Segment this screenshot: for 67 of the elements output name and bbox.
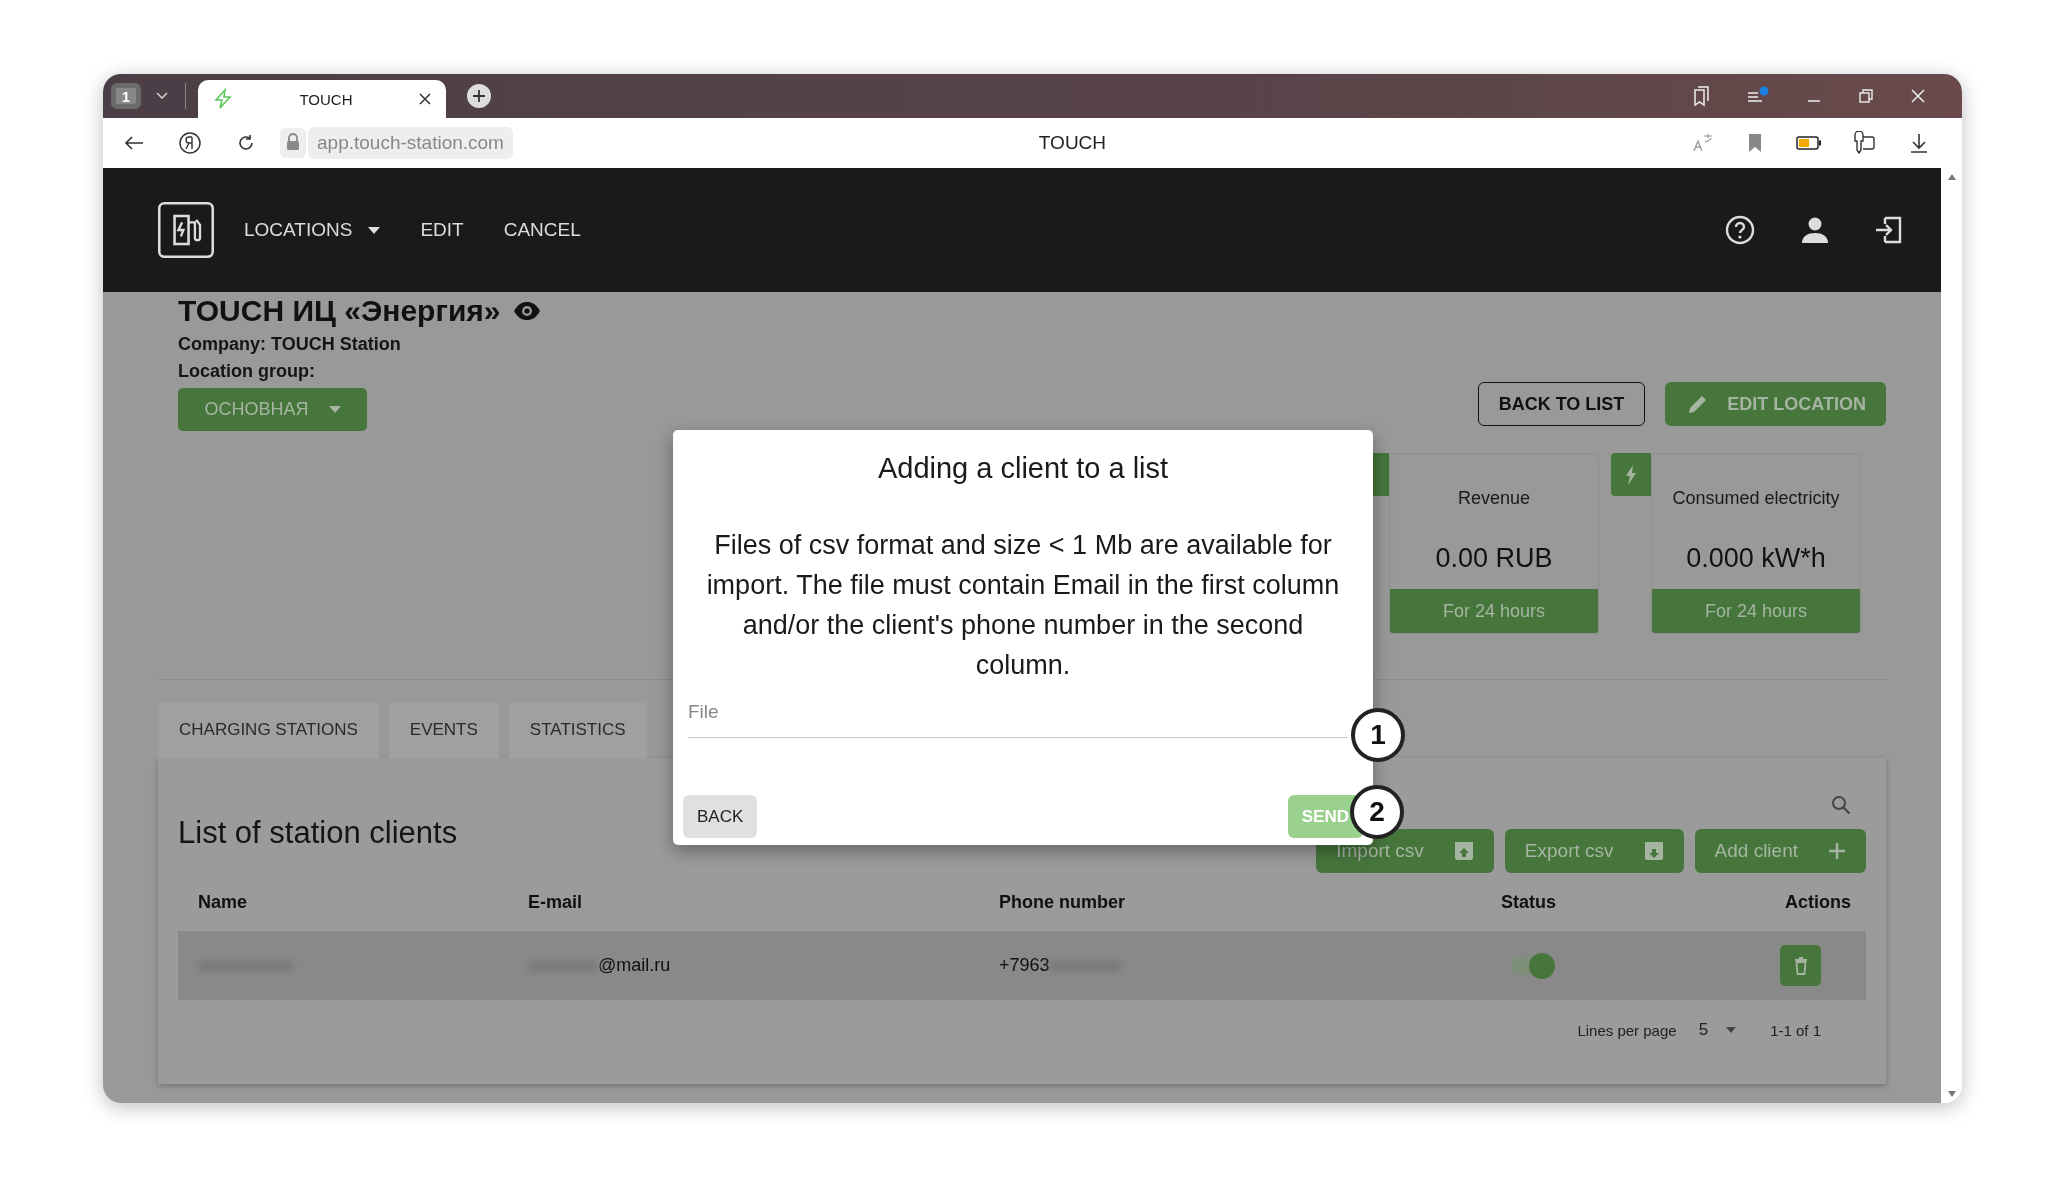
tab[interactable]: STATISTICS [508, 702, 647, 758]
extension-icon[interactable] [1852, 131, 1876, 155]
group-label: Location group: [178, 361, 315, 382]
stat-period: For 24 hours [1652, 589, 1860, 633]
upload-box-icon [1453, 841, 1474, 861]
help-icon[interactable] [1725, 215, 1755, 245]
stat-title: Consumed electricity [1672, 488, 1840, 509]
location-title: TOUCH ИЦ «Энергия» [178, 294, 501, 328]
page-range: 1-1 of 1 [1770, 1021, 1821, 1039]
tab-count-button[interactable]: 1 [111, 83, 141, 109]
page-title: TOUCH [1038, 132, 1107, 154]
address-field[interactable]: app.touch-station.com [308, 127, 513, 159]
caret-icon [328, 406, 341, 413]
caret-icon [1726, 1027, 1737, 1033]
lines-per-page-label: Lines per page [1577, 1021, 1677, 1039]
stat-value: 0.000 kW*h [1686, 543, 1826, 574]
translate-icon[interactable] [1692, 133, 1714, 153]
charger-logo-icon[interactable] [158, 202, 214, 258]
stat-period: For 24 hours [1390, 589, 1598, 633]
caret-icon[interactable] [155, 91, 169, 101]
tab[interactable]: CHARGING STATIONS [158, 702, 379, 758]
logout-icon[interactable] [1875, 216, 1903, 244]
browser-tab[interactable]: TOUCH [198, 80, 446, 118]
nav-link[interactable]: CANCEL [503, 219, 581, 241]
phone-text: +7963 [999, 955, 1050, 976]
search-icon[interactable] [1831, 795, 1851, 815]
dialog-title: Adding a client to a list [877, 452, 1169, 485]
restore-icon[interactable] [1858, 88, 1874, 104]
plus-icon [1828, 842, 1846, 860]
download-icon[interactable] [1910, 133, 1928, 153]
nav-link[interactable]: LOCATIONS [244, 219, 381, 241]
lightning-icon [1625, 464, 1637, 485]
delete-button[interactable] [1780, 945, 1821, 986]
column-header: Phone number [999, 891, 1126, 913]
scroll-down-icon[interactable] [1947, 1091, 1956, 1097]
close-icon[interactable] [418, 92, 432, 106]
email-text: @mail.ru [598, 955, 671, 976]
dialog-text: Files of csv format and size < 1 Mb are available for import. The file must contain Email in the first column and/or the client's phone number in the second column. [705, 529, 1341, 682]
new-tab-icon[interactable] [466, 83, 492, 109]
scrollbar[interactable] [1941, 168, 1962, 1103]
battery-icon[interactable] [1796, 136, 1822, 150]
lightning-icon [212, 88, 234, 110]
lock-icon[interactable] [280, 128, 306, 158]
company-text: Company: TOUCH Station [178, 334, 401, 355]
scroll-up-icon[interactable] [1947, 174, 1956, 180]
column-header: Status [1501, 891, 1556, 913]
back-to-list-button[interactable]: BACK TO LIST [1477, 382, 1646, 426]
column-header: Name [198, 891, 249, 913]
panel-title: List of station clients [178, 815, 458, 851]
trash-icon [1793, 956, 1808, 975]
per-page-select[interactable]: 5 [1698, 1020, 1737, 1040]
stat-title: Revenue [1457, 488, 1531, 509]
bookmark-icon[interactable] [1748, 133, 1762, 153]
user-icon[interactable] [1801, 216, 1829, 244]
eye-icon[interactable] [512, 301, 541, 321]
tab[interactable]: EVENTS [388, 702, 499, 758]
tab-title: TOUCH [298, 90, 354, 108]
back-button[interactable]: BACK [683, 795, 758, 838]
column-header: E-mail [528, 891, 584, 913]
caret-icon [368, 226, 381, 234]
download-box-icon [1643, 841, 1664, 861]
nav-link[interactable]: EDIT [420, 219, 464, 241]
reload-icon[interactable] [236, 133, 256, 153]
back-arrow-icon[interactable] [124, 135, 144, 151]
stat-value: 0.00 RUB [1435, 543, 1553, 574]
column-header: Actions [1785, 891, 1851, 913]
circle-letter-icon[interactable] [178, 131, 202, 155]
